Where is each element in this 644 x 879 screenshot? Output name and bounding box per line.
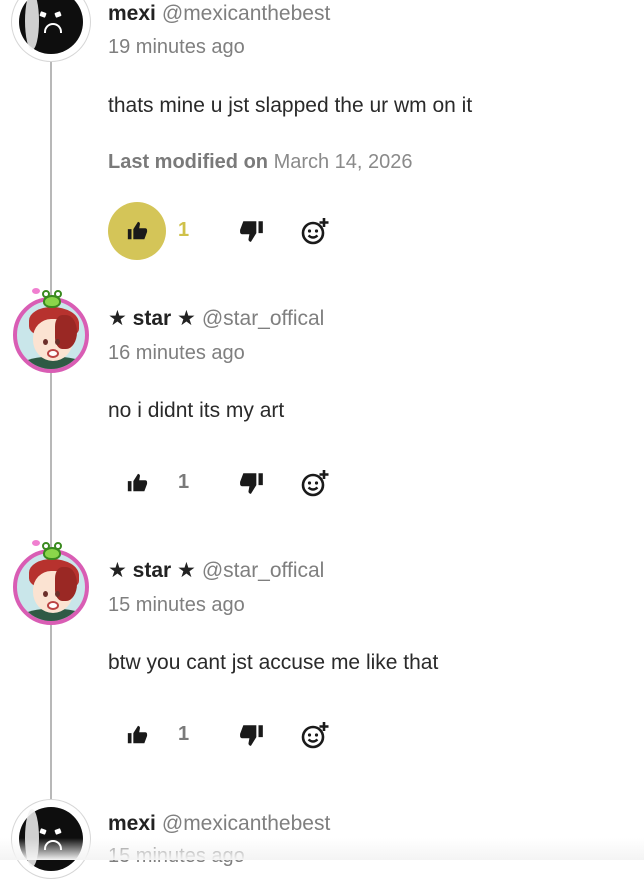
- comment-header: ★ star ★ @star_offical: [108, 558, 324, 584]
- timestamp[interactable]: 19 minutes ago: [108, 36, 245, 59]
- like-button[interactable]: [108, 706, 166, 764]
- frog-badge-icon: [32, 540, 64, 561]
- last-modified-date: March 14, 2026: [273, 151, 413, 173]
- avatar[interactable]: [11, 0, 91, 62]
- timestamp[interactable]: 16 minutes ago: [108, 342, 245, 365]
- thumbs-up-icon: [127, 473, 148, 492]
- like-button[interactable]: [108, 454, 166, 512]
- frog-badge-icon: [32, 288, 64, 309]
- author-handle[interactable]: @mexicanthebest: [162, 2, 330, 25]
- add-reaction-icon[interactable]: [300, 468, 330, 498]
- scroll-fade: [0, 838, 644, 860]
- comment-header: ★ star ★ @star_offical: [108, 306, 324, 332]
- comment-text: no i didnt its my art: [108, 399, 285, 422]
- author-handle[interactable]: @mexicanthebest: [162, 812, 330, 835]
- author-handle[interactable]: @star_offical: [202, 559, 324, 582]
- like-button[interactable]: [108, 202, 166, 260]
- author-handle[interactable]: @star_offical: [202, 307, 324, 330]
- like-count: 1: [178, 723, 190, 745]
- last-modified: Last modified on March 14, 2026: [108, 151, 413, 174]
- comment-text: btw you cant jst accuse me like that: [108, 651, 439, 674]
- comment-header: mexi @mexicanthebest: [108, 1, 330, 27]
- author-name[interactable]: ★ star ★: [108, 559, 196, 582]
- thread-line: [50, 60, 52, 800]
- like-count: 1: [178, 471, 190, 493]
- thumbs-down-icon[interactable]: [239, 218, 265, 244]
- timestamp[interactable]: 15 minutes ago: [108, 594, 245, 617]
- author-name[interactable]: mexi: [108, 2, 156, 25]
- thumbs-down-icon[interactable]: [239, 722, 265, 748]
- add-reaction-icon[interactable]: [300, 720, 330, 750]
- thumbs-up-icon: [127, 725, 148, 744]
- author-name[interactable]: ★ star ★: [108, 307, 196, 330]
- add-reaction-icon[interactable]: [300, 216, 330, 246]
- author-name[interactable]: mexi: [108, 812, 156, 835]
- like-count: 1: [178, 219, 190, 241]
- last-modified-label: Last modified on: [108, 151, 268, 173]
- thumbs-down-icon[interactable]: [239, 470, 265, 496]
- comment-header: mexi @mexicanthebest: [108, 811, 330, 837]
- thumbs-up-icon: [127, 221, 148, 240]
- comment-text: thats mine u jst slapped the ur wm on it: [108, 94, 473, 117]
